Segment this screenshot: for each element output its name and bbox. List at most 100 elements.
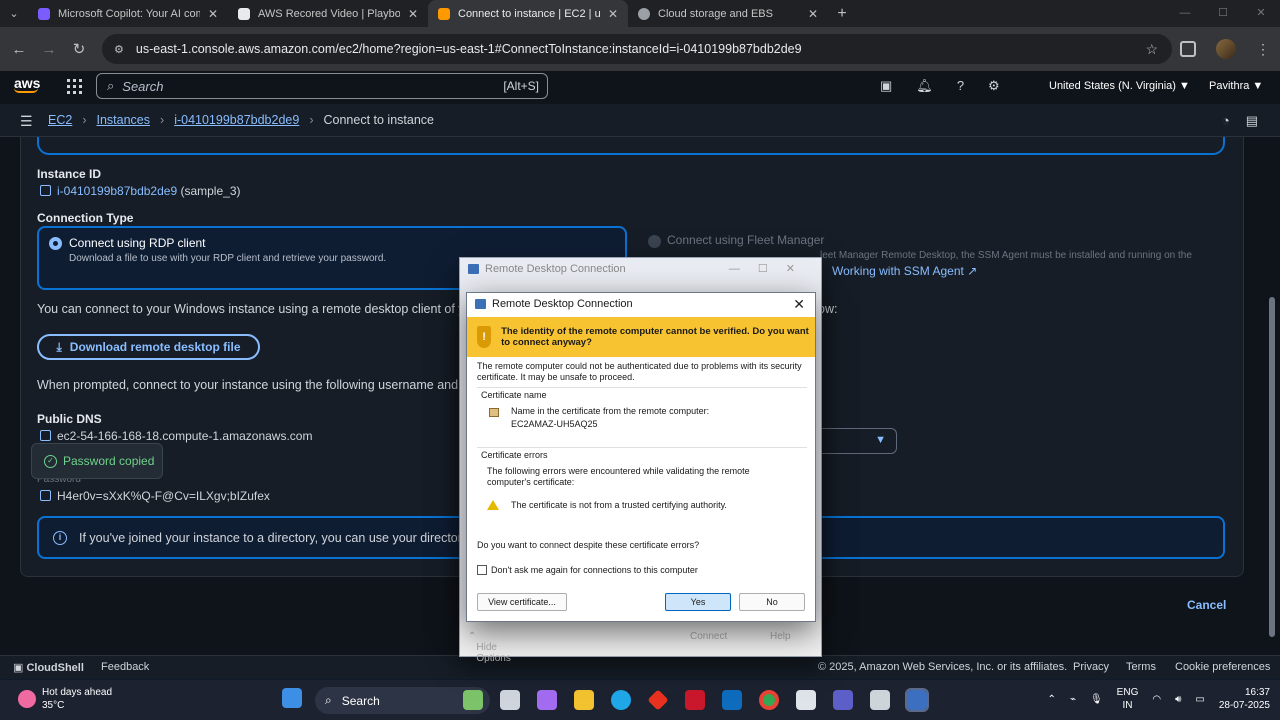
fleet-option-label: Connect using Fleet Manager <box>667 233 825 247</box>
chevron-up-icon[interactable]: ⌃ <box>1048 694 1056 705</box>
close-icon[interactable]: ✕ <box>808 7 818 21</box>
url-field[interactable]: ⚙ us-east-1.console.aws.amazon.com/ec2/h… <box>102 34 1172 64</box>
username-select[interactable]: ▼ <box>818 428 897 454</box>
search-shortcut: [Alt+S] <box>503 79 539 93</box>
close-icon[interactable]: ✕ <box>608 7 618 21</box>
feedback-panel-icon[interactable]: ▤ <box>1246 113 1258 129</box>
taskbar-apps <box>282 688 319 708</box>
profile-avatar[interactable] <box>1216 39 1236 59</box>
breadcrumb-current: Connect to instance <box>323 113 434 127</box>
services-grid-icon[interactable] <box>67 79 82 94</box>
app-red-icon[interactable] <box>647 689 669 711</box>
teams-icon[interactable] <box>833 690 853 710</box>
copyright-text: © 2025, Amazon Web Services, Inc. or its… <box>818 661 1068 673</box>
battery-icon[interactable]: ▭ <box>1195 694 1204 705</box>
browser-tab-playbook[interactable]: AWS Recored Video | Playbook ✕ <box>228 0 428 27</box>
checkbox[interactable] <box>477 565 487 575</box>
remote-desktop-icon[interactable] <box>905 688 929 712</box>
network-off-icon[interactable]: ⌁ <box>1070 694 1076 705</box>
page-scrollbar[interactable] <box>1264 137 1280 655</box>
yes-button[interactable]: Yes <box>665 593 731 611</box>
browser-tab-copilot[interactable]: Microsoft Copilot: Your AI comp ✕ <box>28 0 228 27</box>
breadcrumb-instance-id[interactable]: i-0410199b87bdb2de9 <box>174 113 299 127</box>
breadcrumb-instances[interactable]: Instances <box>97 113 151 127</box>
file-explorer-icon[interactable] <box>574 690 594 710</box>
certificate-errors-group: Certificate errors The following errors … <box>477 447 807 527</box>
snipping-icon[interactable] <box>870 690 890 710</box>
tab-title: Microsoft Copilot: Your AI comp <box>58 7 200 20</box>
cancel-button[interactable]: Cancel <box>1187 598 1226 612</box>
app-icon[interactable] <box>463 690 483 710</box>
close-icon[interactable]: ✕ <box>793 296 805 313</box>
extensions-icon[interactable] <box>1180 41 1196 57</box>
volume-icon[interactable]: 🔊︎ <box>1175 694 1181 705</box>
help-button[interactable]: Help <box>770 631 791 642</box>
clock[interactable]: 16:37 28-07-2025 <box>1219 686 1270 712</box>
copy-icon[interactable] <box>40 490 51 501</box>
window-controls: — ☐ ✕ <box>1166 0 1280 27</box>
notepad-icon[interactable] <box>796 690 816 710</box>
copy-icon[interactable] <box>40 430 51 441</box>
new-tab-icon[interactable]: + <box>828 0 856 27</box>
ssm-agent-link[interactable]: Working with SSM Agent ↗ <box>832 264 977 278</box>
mcafee-icon[interactable] <box>685 690 705 710</box>
region-selector[interactable]: United States (N. Virginia) ▼ <box>1049 80 1190 92</box>
cloudshell-link[interactable]: ▣ CloudShell <box>13 661 84 674</box>
edge-icon[interactable] <box>611 690 631 710</box>
external-link-icon: ↗ <box>967 264 978 278</box>
copy-icon[interactable] <box>40 185 51 196</box>
wifi-icon[interactable]: ◠ <box>1152 694 1161 705</box>
view-certificate-button[interactable]: View certificate... <box>477 593 567 611</box>
dont-ask-checkbox[interactable]: Don't ask me again for connections to th… <box>477 565 807 576</box>
bookmark-star-icon[interactable]: ☆ <box>1145 41 1158 58</box>
browser-tab-cloud-storage[interactable]: Cloud storage and EBS ✕ <box>628 0 828 27</box>
fleet-radio[interactable] <box>648 235 661 248</box>
connect-button[interactable]: Connect <box>690 631 727 642</box>
window-controls[interactable]: —☐✕ <box>729 262 813 275</box>
maximize-icon[interactable]: ☐ <box>1204 0 1242 27</box>
aws-search-input[interactable]: ⌕ Search [Alt+S] <box>96 73 548 99</box>
user-menu[interactable]: Pavithra ▼ <box>1209 80 1263 92</box>
weather-widget[interactable]: Hot days ahead 35°C <box>18 686 112 712</box>
close-icon[interactable]: ✕ <box>208 7 218 21</box>
tab-search-icon[interactable]: ⌄ <box>0 0 28 27</box>
cloudshell-icon[interactable]: ▣ <box>880 78 892 94</box>
privacy-link[interactable]: Privacy <box>1073 661 1109 673</box>
browser-tab-connect-instance[interactable]: Connect to instance | EC2 | us-e ✕ <box>428 0 628 27</box>
certificate-error-text: The certificate is not from a trusted ce… <box>511 500 727 510</box>
instance-id-link[interactable]: i-0410199b87bdb2de9 <box>57 184 177 198</box>
help-icon[interactable]: ? <box>957 78 964 94</box>
microphone-icon[interactable]: 🎙︎ <box>1090 694 1103 705</box>
outlook-icon[interactable] <box>722 690 742 710</box>
remote-desktop-icon <box>475 299 486 309</box>
info-icon: i <box>53 530 67 545</box>
certificate-warning-dialog: Remote Desktop Connection ✕ ! The identi… <box>466 292 816 622</box>
rdp-radio[interactable] <box>49 237 62 250</box>
back-icon[interactable]: ← <box>4 41 34 58</box>
feedback-link[interactable]: Feedback <box>101 661 149 673</box>
close-window-icon[interactable]: ✕ <box>1242 0 1280 27</box>
download-rdp-file-button[interactable]: ⤓ Download remote desktop file <box>37 334 260 360</box>
gear-icon[interactable]: ⚙ <box>988 78 1000 94</box>
windows-start-icon[interactable] <box>282 688 302 708</box>
hamburger-menu-icon[interactable]: ☰ <box>20 113 33 130</box>
language-indicator[interactable]: ENG IN <box>1117 686 1139 712</box>
terms-link[interactable]: Terms <box>1126 661 1156 673</box>
copilot-icon[interactable] <box>537 690 557 710</box>
connect-question: Do you want to connect despite these cer… <box>477 540 700 550</box>
task-view-icon[interactable] <box>500 690 520 710</box>
aws-logo[interactable]: aws <box>14 75 40 93</box>
reload-icon[interactable]: ↻ <box>64 40 94 58</box>
breadcrumb-ec2[interactable]: EC2 <box>48 113 72 127</box>
site-info-icon[interactable]: ⚙ <box>114 43 124 56</box>
bell-icon[interactable]: 🔔︎ <box>916 78 933 94</box>
cookie-preferences-link[interactable]: Cookie preferences <box>1175 661 1270 673</box>
minimize-icon[interactable]: — <box>1166 0 1204 27</box>
status-icon[interactable]: ◔ <box>1222 113 1230 129</box>
chrome-icon[interactable] <box>759 690 779 710</box>
no-button[interactable]: No <box>739 593 805 611</box>
menu-dots-icon[interactable]: ⋮ <box>1256 41 1270 58</box>
hide-options-button[interactable]: ⌃ Hide Options <box>468 631 511 664</box>
forward-icon[interactable]: → <box>34 41 64 58</box>
close-icon[interactable]: ✕ <box>408 7 418 21</box>
